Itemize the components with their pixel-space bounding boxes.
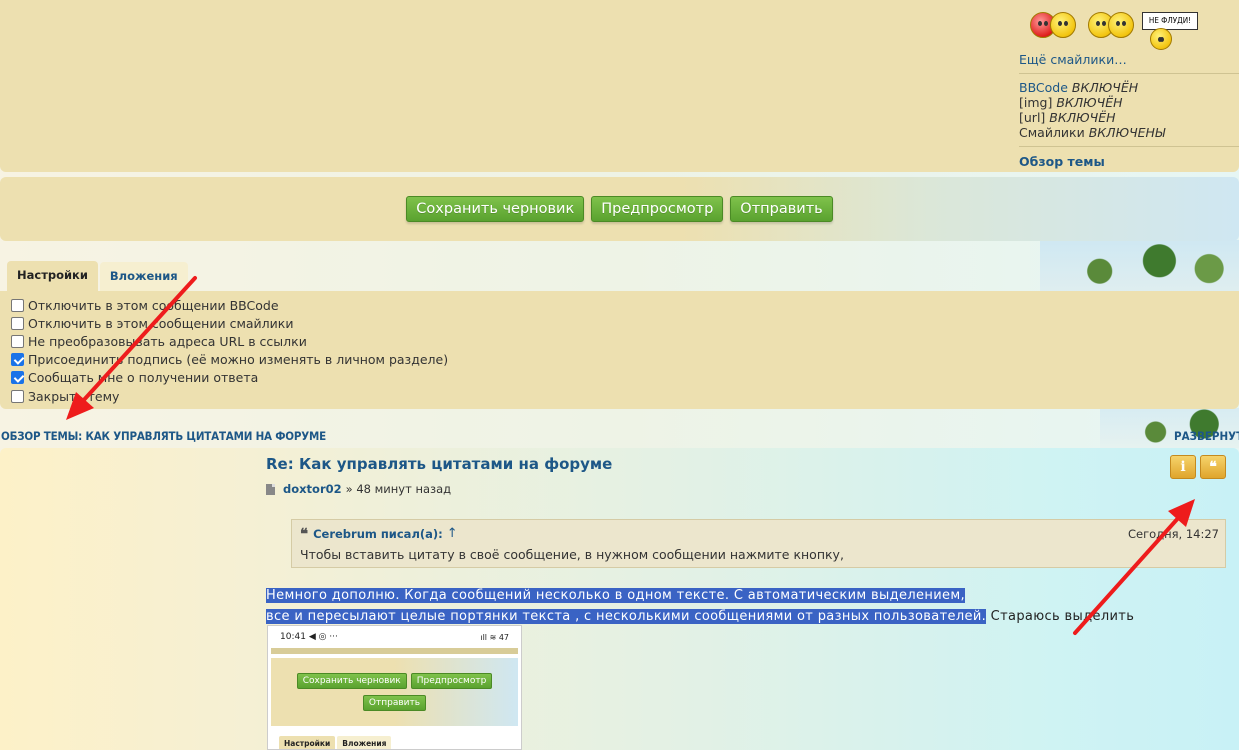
option-notify: Сообщать мне о получении ответа [11, 369, 1239, 387]
option-attach-signature: Присоединить подпись (её можно изменять … [11, 351, 1239, 369]
screenshot-tab-attachments: Вложения [337, 736, 392, 749]
screenshot-tabs: Настройки Вложения [279, 736, 521, 749]
disable-url-checkbox[interactable] [11, 334, 24, 348]
img-status: [img] ВКЛЮЧЁН [1019, 95, 1239, 110]
post-icon [266, 483, 275, 495]
option-disable-smilies: Отключить в этом сообщении смайлики [11, 314, 1239, 332]
review-post: Re: Как управлять цитатами на форуме dox… [0, 448, 1239, 750]
url-label: [url] [1019, 110, 1046, 125]
post-time: 48 минут назад [356, 482, 452, 496]
tab-settings[interactable]: Настройки [7, 261, 98, 291]
bbcode-status: BBCode ВКЛЮЧЁН [1019, 80, 1239, 95]
post-author[interactable]: doxtor02 [283, 482, 342, 496]
editor-sidebar-panel: НЕ ФЛУДИ! Ещё смайлики… BBCode ВКЛЮЧЁН [… [0, 0, 1239, 172]
background-scenery [1040, 240, 1239, 292]
screenshot-save-draft-button: Сохранить черновик [296, 673, 407, 689]
option-disable-bbcode: Отключить в этом сообщении BBCode [11, 296, 1239, 314]
divider [1019, 73, 1239, 74]
group-smiley-icon[interactable] [1088, 12, 1134, 38]
screenshot-status-bar: 10:41 ◀ ◎ ··· ıll ≋ 47 [268, 626, 521, 648]
option-label: Закрыть тему [28, 388, 120, 404]
preview-button[interactable]: Предпросмотр [591, 196, 724, 222]
screenshot-preview-button: Предпросмотр [410, 673, 493, 689]
info-button[interactable]: i [1170, 455, 1196, 479]
quote-text: Чтобы вставить цитату в своё сообщение, … [300, 547, 844, 562]
quote-time: Сегодня, 14:27 [1127, 526, 1219, 541]
topic-review-title[interactable]: ОБЗОР ТЕМЫ: КАК УПРАВЛЯТЬ ЦИТАТАМИ НА ФО… [1, 429, 326, 443]
options-panel: Отключить в этом сообщении BBCode Отключ… [0, 291, 1239, 409]
quote-author[interactable]: Cerebrum писал(а): [313, 527, 443, 541]
options-tabs: Настройки Вложения [7, 261, 188, 291]
post-title[interactable]: Re: Как управлять цитатами на форуме [266, 455, 612, 473]
status-icons: ◀ ◎ ··· [308, 632, 338, 642]
selected-text: все и пересылают целые портянки текста ,… [266, 609, 987, 624]
option-label: Отключить в этом сообщении BBCode [28, 297, 279, 313]
notify-checkbox[interactable] [11, 371, 24, 385]
option-label: Сообщать мне о получении ответа [28, 370, 259, 386]
status-time: 10:41 [280, 632, 306, 642]
option-lock-topic: Закрыть тему [11, 387, 1239, 405]
attach-signature-checkbox[interactable] [11, 353, 24, 367]
screenshot-banner [271, 648, 518, 654]
sign-text: НЕ ФЛУДИ! [1142, 12, 1198, 30]
post-actions: i ❝ [1170, 455, 1226, 479]
submit-button[interactable]: Отправить [730, 196, 833, 222]
smilies-status: Смайлики ВКЛЮЧЕНЫ [1019, 125, 1239, 140]
disable-bbcode-checkbox[interactable] [11, 298, 24, 312]
post-meta: doxtor02 » 48 минут назад [266, 482, 451, 496]
tab-attachments[interactable]: Вложения [99, 262, 188, 291]
more-smilies-link[interactable]: Ещё смайлики… [1019, 50, 1239, 67]
bbcode-link[interactable]: BBCode [1019, 80, 1068, 95]
screenshot-submit-button: Отправить [362, 695, 427, 711]
option-label: Присоединить подпись (её можно изменять … [28, 352, 449, 368]
meta-separator: » [345, 482, 353, 496]
url-state: ВКЛЮЧЁН [1049, 110, 1116, 125]
option-disable-url: Не преобразовывать адреса URL в ссылки [11, 332, 1239, 350]
img-label: [img] [1019, 95, 1053, 110]
screenshot-tab-settings: Настройки [279, 736, 336, 749]
quote-up-link[interactable]: ↑ [447, 526, 458, 541]
format-options: Ещё смайлики… BBCode ВКЛЮЧЁН [img] ВКЛЮЧ… [1019, 50, 1239, 169]
screenshot-buttons-panel: Сохранить черновик Предпросмотр Отправит… [271, 658, 518, 726]
sign-smiley-icon[interactable]: НЕ ФЛУДИ! [1142, 12, 1198, 52]
url-status: [url] ВКЛЮЧЁН [1019, 110, 1239, 125]
quote-icon: ❝ [300, 524, 309, 543]
embedded-screenshot[interactable]: 10:41 ◀ ◎ ··· ıll ≋ 47 Сохранить чернови… [267, 625, 522, 750]
selected-text: Немного дополню. Когда сообщений несколь… [266, 588, 965, 603]
quote-block: ❝ Cerebrum писал(а): ↑ Сегодня, 14:27 Чт… [291, 519, 1226, 568]
submit-buttons-panel: Сохранить черновик Предпросмотр Отправит… [0, 177, 1239, 241]
smilies-state: ВКЛЮЧЕНЫ [1088, 125, 1166, 140]
expand-link[interactable]: РАЗВЕРНУТЬ [1174, 429, 1239, 443]
option-label: Отключить в этом сообщении смайлики [28, 315, 294, 331]
divider [1019, 146, 1239, 147]
bbcode-state: ВКЛЮЧЁН [1071, 80, 1139, 95]
option-label: Не преобразовывать адреса URL в ссылки [28, 333, 307, 349]
disable-smilies-checkbox[interactable] [11, 316, 24, 330]
signal-icon: ıll ≋ 47 [480, 632, 509, 642]
save-draft-button[interactable]: Сохранить черновик [406, 196, 585, 222]
santa-smiley-icon[interactable] [1030, 12, 1076, 38]
smilies-label: Смайлики [1019, 125, 1085, 140]
topic-review-link[interactable]: Обзор темы [1019, 153, 1239, 169]
smilies-bar: НЕ ФЛУДИ! [1030, 12, 1198, 52]
lock-topic-checkbox[interactable] [11, 389, 24, 403]
quote-header: ❝ Cerebrum писал(а): ↑ Сегодня, 14:27 [300, 526, 1219, 541]
img-state: ВКЛЮЧЁН [1056, 95, 1123, 110]
quote-button[interactable]: ❝ [1200, 455, 1226, 479]
